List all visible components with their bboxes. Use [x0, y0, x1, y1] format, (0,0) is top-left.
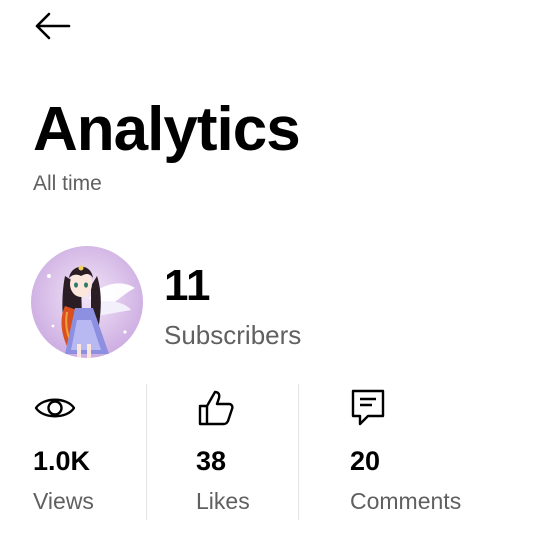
likes-label: Likes: [196, 488, 250, 514]
period-label: All time: [33, 172, 102, 195]
anime-character-avatar: [31, 246, 143, 358]
comments-label: Comments: [350, 488, 462, 514]
subscriber-count: 11: [164, 261, 211, 310]
thumbs-up-icon: [196, 386, 240, 430]
views-value: 1.0K: [33, 446, 91, 476]
back-button[interactable]: [30, 6, 74, 46]
analytics-page: Analytics All time 11 Subscribers 1.0K V…: [0, 0, 560, 560]
avatar[interactable]: [31, 246, 143, 358]
stats-row: 1.0K Views 38 Likes 20 Comments: [0, 380, 560, 520]
views-label: Views: [33, 488, 94, 514]
likes-value: 38: [196, 446, 227, 476]
arrow-left-icon: [35, 12, 71, 40]
comments-value: 20: [350, 446, 381, 476]
divider: [146, 384, 147, 520]
comment-icon: [350, 386, 394, 430]
page-title: Analytics: [33, 95, 301, 164]
eye-icon: [33, 386, 77, 430]
divider: [298, 384, 299, 520]
subscriber-label: Subscribers: [164, 320, 302, 350]
